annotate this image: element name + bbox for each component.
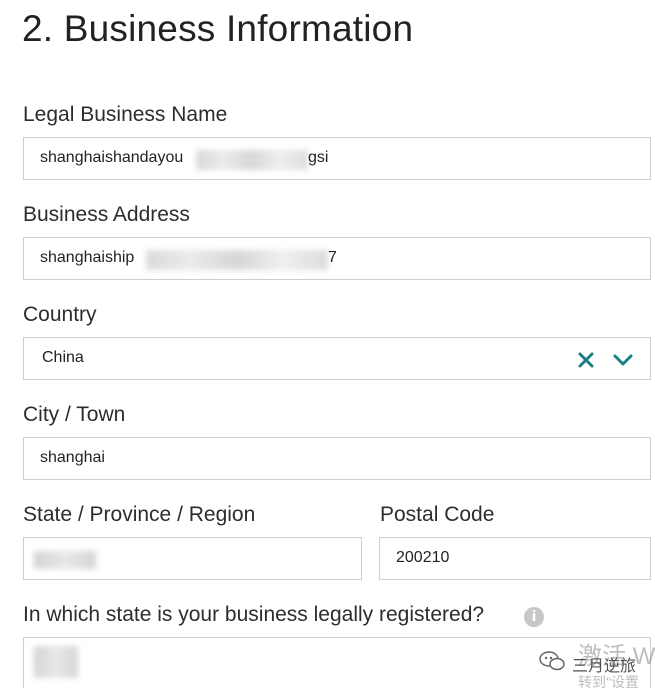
redacted-blur: [34, 551, 96, 569]
redacted-blur: [146, 250, 328, 270]
business-address-label: Business Address: [23, 203, 190, 226]
legal-business-name-label: Legal Business Name: [23, 103, 228, 126]
legal-business-name-value-end: gsi: [308, 149, 329, 166]
chevron-down-icon[interactable]: [613, 353, 633, 367]
legal-business-name-input[interactable]: shanghaishandayou gsi: [23, 137, 651, 180]
registered-state-label: In which state is your business legally …: [23, 603, 485, 626]
wechat-icon: [539, 651, 565, 671]
info-icon[interactable]: i: [524, 607, 544, 627]
business-address-value-end: 7: [328, 249, 337, 266]
postal-code-label: Postal Code: [380, 503, 495, 526]
city-input[interactable]: shanghai: [23, 437, 651, 480]
city-value: shanghai: [40, 449, 105, 466]
country-value: China: [42, 349, 84, 366]
postal-code-input[interactable]: 200210: [379, 537, 651, 580]
watermark-settings-text: 转到"设置: [578, 674, 639, 690]
state-label: State / Province / Region: [23, 503, 256, 526]
country-label: Country: [23, 303, 97, 326]
state-input[interactable]: [23, 537, 362, 580]
business-address-input[interactable]: shanghaiship 7: [23, 237, 651, 280]
business-address-value-start: shanghaiship: [40, 249, 135, 266]
redacted-blur: [34, 646, 78, 678]
legal-business-name-value-start: shanghaishandayou: [40, 149, 184, 166]
country-select[interactable]: China: [23, 337, 651, 380]
page-title: 2. Business Information: [22, 8, 414, 49]
city-label: City / Town: [23, 403, 126, 426]
clear-icon[interactable]: [577, 351, 595, 369]
postal-code-value: 200210: [396, 549, 450, 566]
redacted-blur: [196, 150, 308, 170]
